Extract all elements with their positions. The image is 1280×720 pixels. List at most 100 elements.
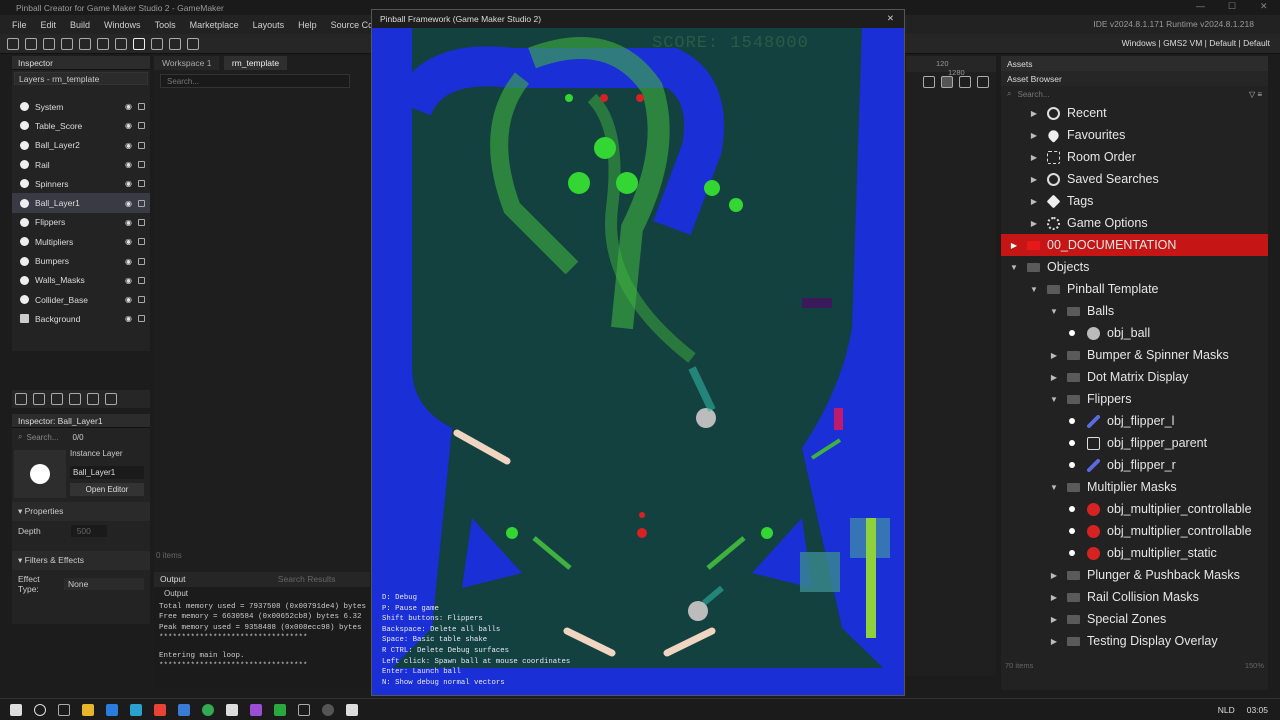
close-icon[interactable]: ✕ — [1260, 1, 1268, 12]
lock-icon[interactable] — [138, 218, 145, 226]
chevron-right-icon[interactable]: ▶ — [1049, 351, 1059, 360]
edge-icon[interactable] — [130, 703, 142, 716]
eye-icon[interactable]: ◉ — [125, 102, 132, 111]
new-project-icon[interactable] — [25, 37, 37, 50]
home-icon[interactable] — [7, 37, 19, 50]
layers-dropdown[interactable]: Layers - rm_template — [14, 72, 148, 85]
game-close-icon[interactable]: ✕ — [887, 13, 894, 24]
asset-tree-item[interactable]: ▼ Pinball Template — [1001, 278, 1268, 300]
asset-tree-item[interactable]: ▶ 00_DOCUMENTATION — [1001, 234, 1268, 256]
assets-tab[interactable]: Assets — [1001, 56, 1268, 71]
fullscreen-icon[interactable] — [923, 76, 935, 88]
layer-item[interactable]: Walls_Masks ◉ — [12, 271, 150, 290]
chevron-right-icon[interactable]: ▶ — [1029, 131, 1039, 140]
asset-object-item[interactable]: obj_multiplier_controllable — [1001, 498, 1268, 520]
asset-search-input[interactable]: Search... — [1017, 90, 1049, 99]
windows-start-icon[interactable] — [10, 703, 22, 716]
minimize-icon[interactable]: — — [1196, 1, 1205, 11]
menu-layouts[interactable]: Layouts — [253, 20, 285, 30]
gamemaker-icon[interactable] — [226, 703, 238, 716]
eye-icon[interactable]: ◉ — [125, 218, 132, 227]
menu-help[interactable]: Help — [298, 20, 317, 30]
asset-tree-item[interactable]: ▼ Flippers — [1001, 388, 1268, 410]
layer-item[interactable]: Ball_Layer2 ◉ — [12, 136, 150, 155]
chevron-down-icon[interactable]: ▼ — [1049, 483, 1059, 492]
workspace-search[interactable]: Search... — [160, 74, 350, 88]
obs-icon[interactable] — [322, 703, 334, 716]
asset-tree-item[interactable]: ▼ Balls — [1001, 300, 1268, 322]
asset-object-item[interactable]: obj_flipper_parent — [1001, 432, 1268, 454]
add-layer-icon[interactable] — [15, 393, 27, 405]
store-icon[interactable] — [106, 703, 118, 716]
chevron-right-icon[interactable]: ▶ — [1029, 175, 1039, 184]
asset-tree-item[interactable]: ▶ Special Zones — [1001, 608, 1268, 630]
asset-zoom[interactable]: 150% — [1245, 661, 1264, 670]
asset-tree-item[interactable]: ▶ Room Order — [1001, 146, 1268, 168]
chrome-icon[interactable] — [202, 703, 214, 716]
properties-header[interactable]: ▾ Properties — [12, 502, 150, 521]
debug-icon[interactable] — [115, 37, 127, 50]
excel-icon[interactable] — [274, 703, 286, 716]
layer-item[interactable]: Bumpers ◉ — [12, 251, 150, 270]
asset-layer-icon[interactable] — [87, 393, 99, 405]
lock-icon[interactable] — [138, 238, 145, 246]
lock-icon[interactable] — [138, 161, 145, 169]
layer-item[interactable]: Spinners ◉ — [12, 174, 150, 193]
build-icon[interactable] — [79, 37, 91, 50]
browser-icon[interactable] — [178, 703, 190, 716]
effect-type-dropdown[interactable]: None — [64, 578, 144, 590]
tab-workspace[interactable]: Workspace 1 — [154, 56, 220, 70]
layer-item[interactable]: System ◉ — [12, 97, 150, 116]
menu-edit[interactable]: Edit — [41, 20, 57, 30]
instance-layer-icon[interactable] — [33, 393, 45, 405]
notepad-icon[interactable] — [298, 703, 310, 716]
eye-icon[interactable]: ◉ — [125, 257, 132, 266]
asset-object-item[interactable]: obj_multiplier_controllable — [1001, 520, 1268, 542]
menu-windows[interactable]: Windows — [104, 20, 141, 30]
asset-object-item[interactable]: obj_multiplier_static — [1001, 542, 1268, 564]
lock-icon[interactable] — [138, 276, 145, 284]
eye-icon[interactable]: ◉ — [125, 314, 132, 323]
layer-item[interactable]: Collider_Base ◉ — [12, 290, 150, 309]
tile-layer-icon[interactable] — [51, 393, 63, 405]
eye-icon[interactable]: ◉ — [125, 179, 132, 188]
chevron-right-icon[interactable]: ▶ — [1049, 593, 1059, 602]
layer-item[interactable]: Rail ◉ — [12, 155, 150, 174]
open-project-icon[interactable] — [43, 37, 55, 50]
chevron-down-icon[interactable]: ▼ — [1049, 395, 1059, 404]
asset-tree-item[interactable]: ▶ Recent — [1001, 102, 1268, 124]
gamemaker-runner-icon[interactable] — [346, 703, 358, 716]
lock-icon[interactable] — [138, 180, 145, 188]
play-icon[interactable] — [959, 76, 971, 88]
inspector-tab[interactable]: Inspector — [12, 56, 150, 70]
asset-tree-item[interactable]: ▼ Objects — [1001, 256, 1268, 278]
chevron-right-icon[interactable]: ▶ — [1049, 637, 1059, 646]
chevron-right-icon[interactable]: ▶ — [1049, 615, 1059, 624]
asset-object-item[interactable]: obj_flipper_l — [1001, 410, 1268, 432]
asset-tree-item[interactable]: ▼ Multiplier Masks — [1001, 476, 1268, 498]
chevron-right-icon[interactable]: ▶ — [1049, 571, 1059, 580]
taskbar-lang[interactable]: NLD — [1218, 705, 1235, 715]
target-icon[interactable] — [169, 37, 181, 50]
eye-icon[interactable]: ◉ — [125, 237, 132, 246]
stop-icon[interactable] — [151, 37, 163, 50]
layer-item[interactable]: Background ◉ — [12, 309, 150, 328]
flag-icon[interactable] — [977, 76, 989, 88]
chevron-right-icon[interactable]: ▶ — [1029, 197, 1039, 206]
inspector-search[interactable]: Search... — [26, 433, 58, 442]
effect-layer-icon[interactable] — [105, 393, 117, 405]
lock-icon[interactable] — [138, 257, 145, 265]
menu-marketplace[interactable]: Marketplace — [190, 20, 239, 30]
search-icon[interactable] — [34, 703, 46, 716]
tab-rm-template[interactable]: rm_template — [223, 56, 288, 70]
task-view-icon[interactable] — [58, 703, 70, 716]
settings-icon[interactable] — [187, 37, 199, 50]
path-layer-icon[interactable] — [69, 393, 81, 405]
chevron-right-icon[interactable]: ▶ — [1049, 373, 1059, 382]
menu-build[interactable]: Build — [70, 20, 90, 30]
open-editor-button[interactable]: Open Editor — [70, 483, 144, 496]
chevron-down-icon[interactable]: ▼ — [1049, 307, 1059, 316]
layer-item[interactable]: Table_Score ◉ — [12, 116, 150, 135]
lock-icon[interactable] — [138, 315, 145, 323]
lock-icon[interactable] — [138, 141, 145, 149]
